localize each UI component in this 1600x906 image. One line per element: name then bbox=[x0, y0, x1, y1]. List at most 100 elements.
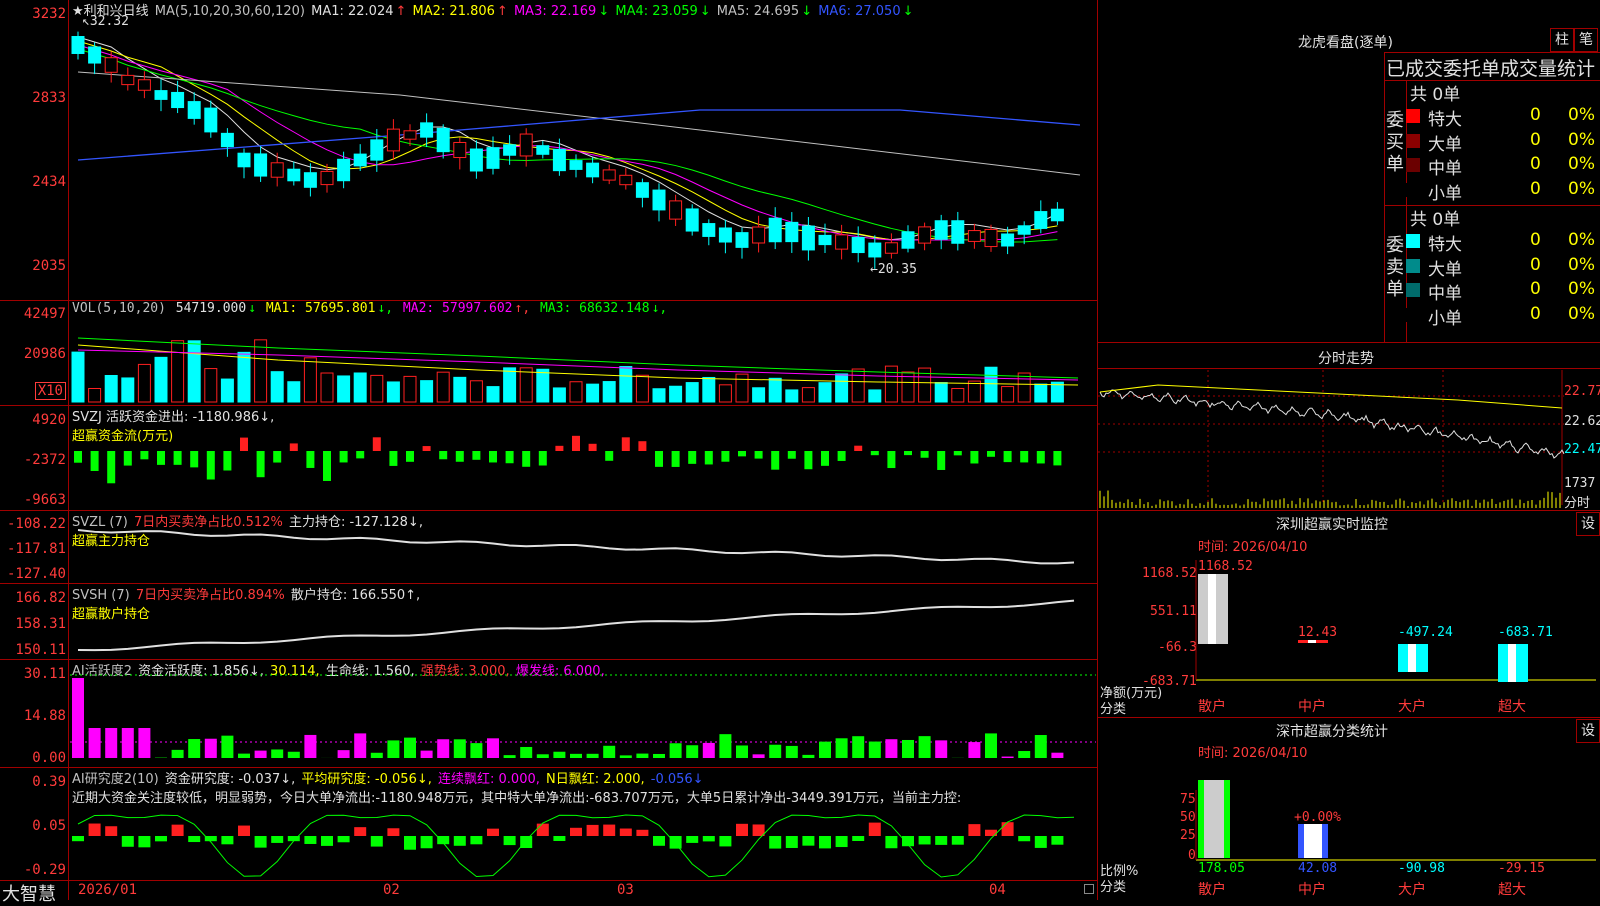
ai2-bar bbox=[470, 836, 482, 844]
ai1-bar bbox=[304, 735, 316, 758]
ai1-bar bbox=[587, 754, 599, 758]
ai2-bar bbox=[89, 824, 101, 836]
candle-body bbox=[769, 218, 781, 241]
candle-body bbox=[703, 224, 715, 237]
candle-body bbox=[72, 37, 84, 54]
svzj-bar bbox=[921, 451, 929, 458]
volume-bar bbox=[670, 386, 682, 402]
ai1-bar bbox=[1051, 753, 1063, 758]
svzj-bar bbox=[273, 451, 281, 463]
volume-bar bbox=[288, 382, 300, 402]
candle-body bbox=[736, 233, 748, 248]
svzj-bar bbox=[555, 446, 563, 451]
ai1-bar bbox=[703, 743, 715, 758]
lock-icon[interactable] bbox=[1084, 884, 1094, 894]
classify-bar-0-highlight bbox=[1204, 780, 1224, 858]
classify-category-1: 中户 bbox=[1298, 881, 1326, 898]
svzj-bar bbox=[240, 438, 248, 451]
monitor-value-0: 1168.52 bbox=[1198, 559, 1253, 574]
volume-bar bbox=[753, 388, 765, 402]
candle-body bbox=[288, 169, 300, 181]
volume-bar bbox=[686, 383, 698, 402]
volume-bar bbox=[636, 375, 648, 402]
xtick-0: 2026/01 bbox=[78, 882, 137, 898]
candle-body bbox=[952, 221, 964, 244]
monitor-bar-highlight-3 bbox=[1508, 644, 1516, 682]
volume-bar bbox=[387, 382, 399, 402]
candle-body bbox=[404, 131, 416, 139]
classify-category-0: 散户 bbox=[1198, 881, 1226, 898]
svzj-bar bbox=[771, 451, 779, 470]
volume-bar bbox=[985, 367, 997, 402]
candle-body bbox=[437, 128, 449, 151]
svsh-line bbox=[78, 601, 1074, 651]
ai2-bar bbox=[935, 836, 947, 845]
candle-body bbox=[338, 159, 350, 180]
ai2-bar bbox=[686, 836, 698, 843]
volume-bar bbox=[304, 358, 316, 402]
svzj-bar bbox=[688, 451, 696, 464]
svzj-bar bbox=[838, 451, 846, 461]
ai1-bar bbox=[1035, 735, 1047, 758]
ai1-bar bbox=[985, 733, 997, 758]
ai2-bar bbox=[221, 836, 233, 844]
candle-body bbox=[1051, 209, 1063, 221]
ai1-bar bbox=[836, 738, 848, 758]
candle-body bbox=[271, 163, 283, 177]
ai2-bar bbox=[753, 824, 765, 836]
candle-body bbox=[786, 222, 798, 241]
volume-bar bbox=[719, 385, 731, 402]
ai1-bar bbox=[138, 728, 150, 758]
volume-bar bbox=[520, 368, 532, 402]
candle-body bbox=[1035, 212, 1047, 229]
candle-body bbox=[321, 171, 333, 184]
price-indicator-canvas[interactable] bbox=[0, 0, 1098, 900]
svzj-bar bbox=[522, 451, 530, 467]
volume-bar bbox=[221, 379, 233, 402]
ai1-bar bbox=[670, 743, 682, 758]
ai2-bar bbox=[387, 828, 399, 836]
volume-bar bbox=[1002, 387, 1014, 402]
svzj-bar bbox=[373, 437, 381, 451]
svzj-bar bbox=[987, 451, 995, 457]
ai2-bar bbox=[122, 836, 134, 847]
candle-body bbox=[985, 229, 997, 246]
volume-bar bbox=[952, 388, 964, 402]
svzj-bar bbox=[804, 451, 812, 469]
volume-bar bbox=[1018, 373, 1030, 402]
ai2-bar bbox=[72, 836, 84, 841]
ai2-bar bbox=[421, 836, 433, 848]
svzj-bar bbox=[439, 451, 447, 459]
candle-body bbox=[636, 183, 648, 198]
ai2-bar bbox=[603, 825, 615, 836]
svzj-bar bbox=[157, 451, 165, 465]
svzj-bar bbox=[1037, 451, 1045, 463]
candle-body bbox=[89, 47, 101, 63]
volume-bar bbox=[570, 382, 582, 402]
svzj-bar bbox=[721, 451, 729, 462]
volume-bar bbox=[89, 388, 101, 402]
ai1-bar bbox=[736, 745, 748, 758]
ai1-bar bbox=[105, 728, 117, 758]
ai1-bar bbox=[404, 738, 416, 758]
volume-bar bbox=[238, 352, 250, 402]
svzj-bar bbox=[290, 443, 298, 451]
xtick-3: 04 bbox=[989, 882, 1006, 898]
right-panel-canvas: 1168.52散户12.43中户-497.24大户-683.71超大178.05… bbox=[1098, 0, 1600, 900]
ai1-bar bbox=[72, 678, 84, 758]
ai1-bar bbox=[919, 736, 931, 758]
ai2-bar bbox=[172, 825, 184, 836]
candle-body bbox=[470, 149, 482, 171]
chart-area[interactable]: 3232 2833 2434 2035 42497 20986 X10 4920… bbox=[0, 0, 1098, 900]
ai1-bar bbox=[122, 728, 134, 758]
ai2-bar bbox=[138, 836, 150, 847]
ai1-bar bbox=[188, 739, 200, 758]
svzj-bar bbox=[655, 451, 663, 467]
ai2-bar bbox=[504, 836, 516, 845]
svzj-bar bbox=[672, 451, 680, 467]
candle-body bbox=[304, 173, 316, 188]
ai1-bar bbox=[819, 742, 831, 758]
ai2-bar bbox=[852, 836, 864, 841]
svzj-bar bbox=[456, 451, 464, 462]
monitor-value-2: -497.24 bbox=[1398, 625, 1453, 640]
